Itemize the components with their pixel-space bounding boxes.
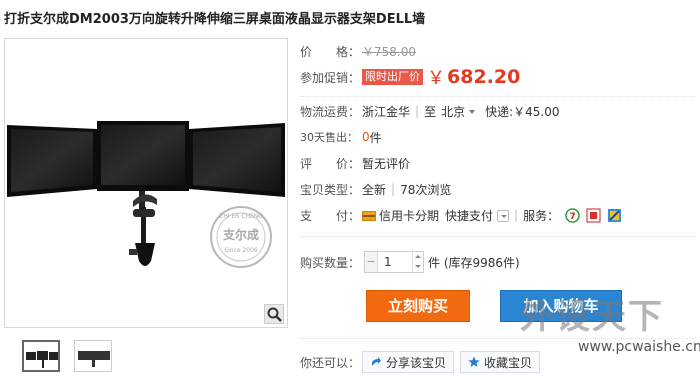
- product-image-main[interactable]: ZHI ER CHENG 支尔成 Since 2006: [4, 38, 288, 328]
- stock-info: 件 (库存9986件): [428, 255, 520, 270]
- social-label: 你还可以：: [300, 355, 361, 370]
- stamp-since: Since 2006: [224, 247, 258, 254]
- sales-row: 30天售出： 0 件: [300, 126, 696, 148]
- divider: [300, 96, 696, 97]
- product-title: 打折支尔成DM2003万向旋转升降伸缩三屏桌面液晶显示器支架DELL墙: [4, 12, 426, 27]
- share-icon: [372, 357, 381, 366]
- thumbnail-image: [26, 351, 58, 368]
- favorite-label: 收藏宝贝: [484, 355, 533, 370]
- increase-button[interactable]: [413, 252, 423, 262]
- ship-to-city: 北京: [441, 104, 466, 119]
- quantity-input[interactable]: [377, 252, 413, 272]
- ship-from: 浙江金华: [362, 104, 411, 119]
- pay-options-dropdown[interactable]: [497, 210, 510, 222]
- zoom-button[interactable]: [264, 304, 284, 324]
- ship-to-prefix: 至: [424, 104, 437, 119]
- service-label: 服务：: [523, 208, 560, 223]
- express-fee: 快递:￥45.00: [485, 104, 560, 119]
- divider: [300, 236, 696, 237]
- favorite-button[interactable]: 收藏宝贝: [460, 351, 541, 373]
- currency-symbol: ￥: [427, 68, 445, 89]
- rating-value: 暂无评价: [362, 156, 411, 171]
- item-condition: 全新: [362, 182, 387, 197]
- payment-row: 支 付： 信用卡分期 快捷支付 | 服务： 7: [300, 204, 696, 226]
- quick-pay-link[interactable]: 快捷支付: [445, 207, 510, 224]
- original-price-row: 价 格： ￥758.00: [300, 40, 696, 62]
- share-button[interactable]: 分享该宝贝: [362, 351, 455, 373]
- original-price-label: 价 格：: [300, 44, 361, 59]
- monitor-arm-photo: [7, 121, 285, 268]
- add-to-cart-button[interactable]: 加入购物车: [500, 290, 622, 322]
- rating-label: 评 价：: [300, 156, 361, 171]
- star-icon: [468, 356, 480, 367]
- stamp-brand-top: ZHI ER CHENG: [219, 213, 263, 220]
- seven-day-return-icon[interactable]: 7: [565, 207, 580, 223]
- decrement-spin-button[interactable]: [413, 262, 423, 272]
- ship-to-city-select[interactable]: 北京: [441, 103, 476, 120]
- magnifier-icon: [267, 307, 282, 322]
- buy-now-button[interactable]: 立刻购买: [366, 290, 470, 322]
- thumbnail-2[interactable]: [74, 340, 112, 372]
- social-row: 你还可以： 分享该宝贝 收藏宝贝: [300, 350, 696, 374]
- separator: |: [415, 104, 420, 118]
- promo-price-row: 参加促销： 限时出厂价 ￥ 682.20: [300, 64, 696, 90]
- stamp-brand-cn: 支尔成: [222, 228, 259, 242]
- rating-row: 评 价： 暂无评价: [300, 152, 696, 174]
- promo-tag: 限时出厂价: [362, 69, 423, 85]
- installment-label: 信用卡分期: [379, 208, 440, 223]
- separator: |: [514, 208, 519, 222]
- quantity-label: 购买数量：: [300, 255, 361, 270]
- thumbnail-image: [78, 351, 110, 367]
- quick-pay-label: 快捷支付: [445, 208, 494, 223]
- promo-price: 682.20: [447, 66, 521, 88]
- genuine-guarantee-icon[interactable]: [586, 208, 601, 223]
- share-label: 分享该宝贝: [386, 355, 447, 370]
- quantity-row: 购买数量： − 件 (库存9986件): [300, 250, 696, 274]
- sales-count: 0: [362, 130, 370, 144]
- original-price: ￥758.00: [362, 44, 416, 59]
- shipping-row: 物流运费： 浙江金华 | 至 北京 快递:￥45.00: [300, 100, 696, 122]
- installment-link[interactable]: 信用卡分期: [362, 207, 439, 224]
- spin-buttons[interactable]: [413, 252, 423, 272]
- divider: [300, 338, 696, 339]
- item-type-row: 宝贝类型： 全新 | 78次浏览: [300, 178, 696, 200]
- sales-label: 30天售出：: [300, 131, 358, 144]
- decrease-button[interactable]: −: [365, 252, 377, 272]
- payment-label: 支 付：: [300, 208, 361, 223]
- sales-unit: 件: [369, 130, 382, 145]
- thumbnail-1[interactable]: [22, 340, 60, 372]
- quantity-stepper[interactable]: −: [364, 251, 424, 273]
- item-type-label: 宝贝类型：: [300, 182, 361, 197]
- credit-card-icon: [362, 211, 376, 221]
- view-count: 78次浏览: [400, 182, 452, 197]
- chevron-down-icon: [469, 110, 476, 114]
- svg-text:7: 7: [570, 212, 576, 222]
- separator: |: [391, 182, 396, 196]
- shipping-label: 物流运费：: [300, 104, 361, 119]
- invoice-icon[interactable]: [607, 208, 622, 223]
- brand-stamp: ZHI ER CHENG 支尔成 Since 2006: [211, 209, 271, 269]
- promo-label: 参加促销：: [300, 70, 361, 85]
